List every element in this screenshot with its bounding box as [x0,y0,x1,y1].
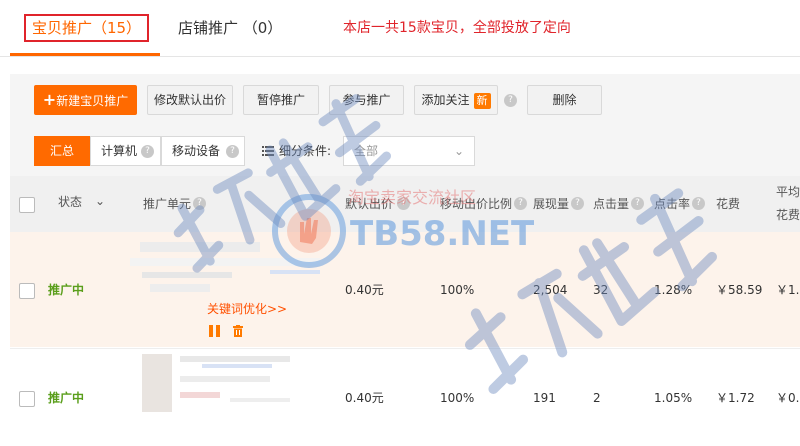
tab-summary[interactable]: 汇总 [34,136,90,166]
keyword-optimize-link[interactable]: 关键词优化>> [207,301,287,317]
bid-value: 0.40元 [345,391,384,405]
chevron-down-icon[interactable]: ⌄ [95,193,105,209]
help-icon[interactable]: ? [504,94,517,107]
notice-text: 本店一共15款宝贝，全部投放了定向 [343,20,571,36]
tab-active-underline [10,53,160,56]
chevron-down-icon: ⌄ [453,144,464,158]
trash-icon[interactable] [232,325,244,337]
select-all-checkbox[interactable] [19,197,35,213]
tab-shop-promotion[interactable]: 店铺推广 （0） [178,14,282,42]
status-badge: 推广中 [48,283,85,297]
row-checkbox[interactable] [19,283,35,299]
pause-icon[interactable] [209,325,221,337]
row-checkbox[interactable] [19,391,35,407]
status-badge: 推广中 [48,391,85,405]
plus-icon: + [42,90,57,109]
new-item-promotion-button[interactable]: +新建宝贝推广 [34,85,137,115]
tab-item-promotion[interactable]: 宝贝推广（15） [24,14,149,42]
product-thumbnail[interactable] [140,352,310,414]
avg-cost-value: ￥1.8 [776,283,800,297]
delete-button[interactable]: 删除 [527,85,602,115]
header-status[interactable]: 状态 [58,194,82,210]
watermark-stamp-left [130,90,430,290]
avg-cost-value: ￥0.8 [776,391,800,405]
new-badge: 新 [473,93,491,109]
header-avg-line2: 花费 [776,208,800,222]
header-avg-line1: 平均 [776,185,800,199]
watermark-stamp-right [420,185,750,405]
